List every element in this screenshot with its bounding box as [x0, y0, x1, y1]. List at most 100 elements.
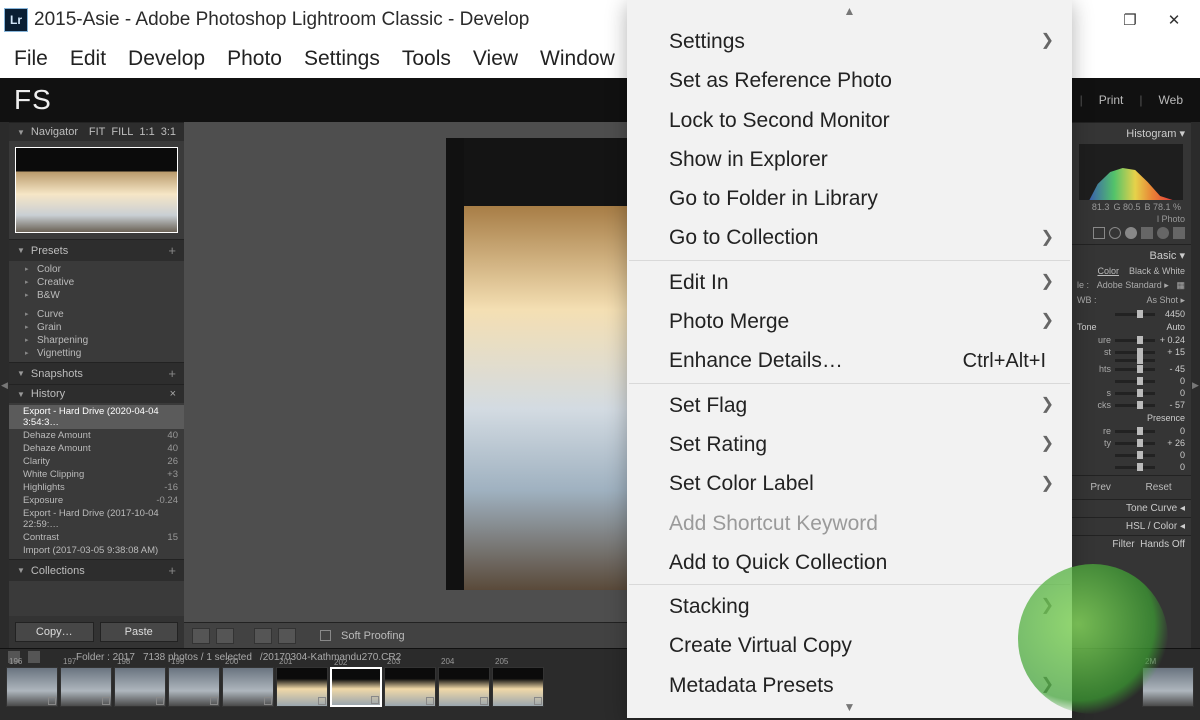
slider[interactable]: 0 — [1077, 461, 1185, 473]
slider[interactable]: st+ 15 — [1077, 346, 1185, 358]
reset-button[interactable]: Reset — [1146, 482, 1172, 493]
nav-zoom-fit[interactable]: FIT — [89, 126, 106, 138]
previous-button[interactable]: Prev — [1090, 482, 1111, 493]
auto-button[interactable]: Auto — [1166, 322, 1185, 332]
menu-item[interactable]: Metadata Presets❯ — [627, 666, 1072, 696]
menu-item[interactable]: Photo Merge❯ — [627, 302, 1072, 341]
left-edge-handle[interactable]: ◀ — [0, 122, 9, 648]
menu-item[interactable]: Set Flag❯ — [627, 386, 1072, 425]
softproof-checkbox[interactable] — [320, 630, 331, 641]
right-edge-handle[interactable]: ▶ — [1191, 122, 1200, 648]
filmstrip-thumb[interactable]: 201 — [276, 667, 328, 707]
add-snapshot-icon[interactable]: + — [168, 366, 176, 381]
history-row[interactable]: Export - Hard Drive (2020-04-04 3:54:3… — [9, 405, 184, 429]
menu-item[interactable]: Stacking❯ — [627, 587, 1072, 626]
nav-zoom-1-1[interactable]: 1:1 — [139, 126, 154, 138]
preset-item[interactable]: Sharpening — [9, 334, 184, 347]
add-preset-icon[interactable]: + — [168, 243, 176, 258]
menu-item[interactable]: Settings❯ — [627, 22, 1072, 61]
module-web[interactable]: Web — [1156, 93, 1186, 107]
presets-header[interactable]: ▼Presets + — [9, 239, 184, 261]
history-row[interactable]: Import (2017-03-05 9:38:08 AM) — [9, 544, 184, 557]
add-collection-icon[interactable]: + — [168, 563, 176, 578]
history-row[interactable]: Exposure-0.24 — [9, 494, 184, 507]
treatment-bw[interactable]: Black & White — [1129, 266, 1185, 276]
filmstrip-thumb[interactable]: 202 — [330, 667, 382, 707]
history-header[interactable]: ▼History × — [9, 384, 184, 403]
filmstrip-thumb[interactable]: 2M — [1142, 667, 1194, 707]
menu-item[interactable]: Create Virtual Copy — [627, 626, 1072, 665]
slider[interactable]: cks- 57 — [1077, 399, 1185, 411]
filmstrip-thumb[interactable]: 199 — [168, 667, 220, 707]
menu-develop[interactable]: Develop — [118, 45, 215, 73]
tonecurve-header[interactable]: Tone Curve ◂ — [1071, 499, 1191, 517]
menu-photo[interactable]: Photo — [217, 45, 292, 73]
menu-window[interactable]: Window — [530, 45, 625, 73]
module-print[interactable]: Print — [1096, 93, 1127, 107]
filmstrip-thumb[interactable]: 197 — [60, 667, 112, 707]
profile-browser-icon[interactable]: ▦ — [1176, 280, 1185, 291]
tool-redeye-icon[interactable] — [1125, 227, 1137, 239]
menu-item[interactable]: Add to Quick Collection — [627, 543, 1072, 582]
tool-spot-icon[interactable] — [1109, 227, 1121, 239]
preset-item[interactable]: Grain — [9, 321, 184, 334]
menu-settings[interactable]: Settings — [294, 45, 390, 73]
menu-tools[interactable]: Tools — [392, 45, 461, 73]
filmstrip-thumb[interactable]: 196 — [6, 667, 58, 707]
menu-scroll-up-icon[interactable]: ▲ — [627, 0, 1072, 22]
tool-grad-icon[interactable] — [1141, 227, 1153, 239]
menu-item[interactable]: Set Color Label❯ — [627, 464, 1072, 503]
filmstrip-thumb[interactable]: 200 — [222, 667, 274, 707]
filmstrip-thumb[interactable]: 203 — [384, 667, 436, 707]
profile-select[interactable]: Adobe Standard ▸ — [1097, 280, 1169, 291]
tool-brush-icon[interactable] — [1173, 227, 1185, 239]
temp-slider[interactable]: 4450 — [1077, 308, 1185, 320]
toolbar-icon[interactable] — [254, 628, 272, 644]
wb-select[interactable]: As Shot ▸ — [1146, 295, 1185, 306]
close-icon[interactable]: ✕ — [1152, 0, 1196, 40]
menu-item[interactable]: Set Rating❯ — [627, 425, 1072, 464]
before-after-icon[interactable] — [216, 628, 234, 644]
preset-item[interactable]: Curve — [9, 308, 184, 321]
history-row[interactable]: Dehaze Amount40 — [9, 429, 184, 442]
slider[interactable]: ure+ 0.24 — [1077, 334, 1185, 346]
preset-item[interactable]: Creative — [9, 276, 184, 289]
filmstrip-thumb[interactable]: 198 — [114, 667, 166, 707]
nav-zoom-fill[interactable]: FILL — [111, 126, 133, 138]
menu-item[interactable]: Enhance Details…Ctrl+Alt+I — [627, 341, 1072, 380]
collections-header[interactable]: ▼Collections + — [9, 559, 184, 581]
history-row[interactable]: Export - Hard Drive (2017-10-04 22:59:… — [9, 507, 184, 531]
histogram[interactable] — [1079, 144, 1183, 200]
menu-item[interactable]: Show in Explorer — [627, 140, 1072, 179]
slider[interactable]: 0 — [1077, 449, 1185, 461]
navigator-preview[interactable] — [9, 141, 184, 239]
nav-zoom-3-1[interactable]: 3:1 — [161, 126, 176, 138]
menu-item[interactable]: Go to Collection❯ — [627, 218, 1072, 257]
histogram-label[interactable]: Histogram ▾ — [1077, 125, 1185, 142]
basic-header[interactable]: Basic ▾ — [1077, 247, 1185, 264]
history-row[interactable]: Contrast15 — [9, 531, 184, 544]
navigator-header[interactable]: ▼ Navigator FIT FILL 1:1 3:1 — [9, 122, 184, 141]
history-row[interactable]: Highlights-16 — [9, 481, 184, 494]
tool-crop-icon[interactable] — [1093, 227, 1105, 239]
filmstrip-thumb[interactable]: 204 — [438, 667, 490, 707]
paste-button[interactable]: Paste — [100, 622, 179, 642]
history-row[interactable]: Clarity26 — [9, 455, 184, 468]
slider[interactable]: 0 — [1077, 375, 1185, 387]
copy-button[interactable]: Copy… — [15, 622, 94, 642]
hsl-header[interactable]: HSL / Color ◂ — [1071, 517, 1191, 535]
filmstrip-thumb[interactable]: 205 — [492, 667, 544, 707]
slider[interactable]: ty+ 26 — [1077, 437, 1185, 449]
snapshots-header[interactable]: ▼Snapshots + — [9, 362, 184, 384]
grid-view-icon[interactable] — [28, 651, 40, 663]
preset-item[interactable]: Vignetting — [9, 347, 184, 360]
menu-file[interactable]: File — [4, 45, 58, 73]
menu-item[interactable]: Go to Folder in Library — [627, 179, 1072, 218]
history-row[interactable]: White Clipping+3 — [9, 468, 184, 481]
menu-edit[interactable]: Edit — [60, 45, 116, 73]
menu-view[interactable]: View — [463, 45, 528, 73]
restore-icon[interactable]: ❐ — [1108, 0, 1152, 40]
tool-radial-icon[interactable] — [1157, 227, 1169, 239]
menu-item[interactable]: Edit In❯ — [627, 263, 1072, 302]
preset-item[interactable]: Color — [9, 263, 184, 276]
